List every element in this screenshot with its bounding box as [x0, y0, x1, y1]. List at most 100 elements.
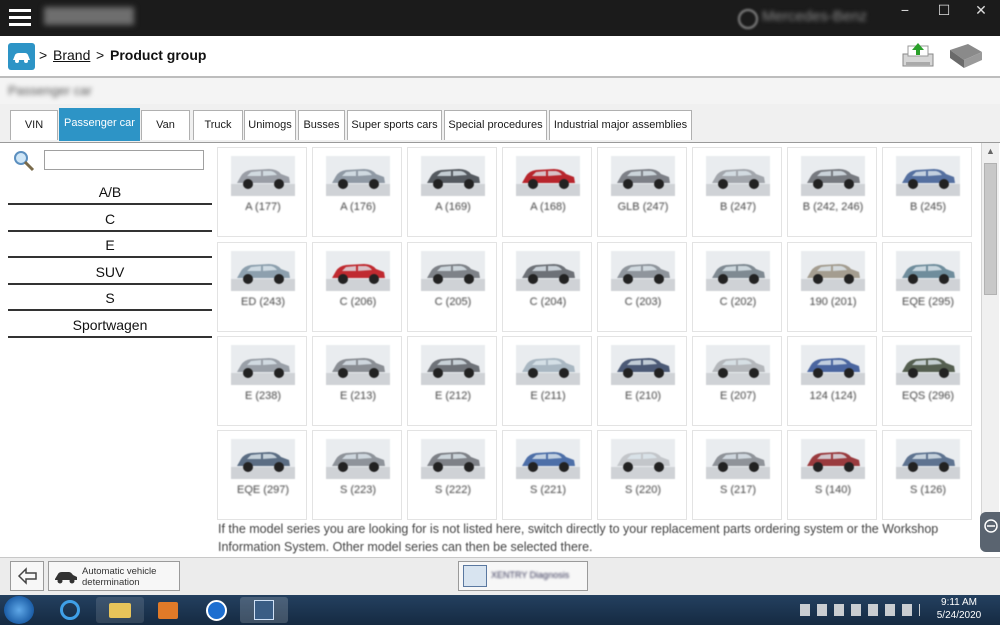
close-button[interactable]: ✕	[966, 2, 996, 19]
printer-icon[interactable]	[900, 40, 936, 72]
back-button[interactable]	[10, 561, 44, 591]
tab-industrial-major-assemblies[interactable]: Industrial major assemblies	[549, 110, 692, 140]
tray-icons[interactable]	[800, 604, 920, 616]
category-a-b[interactable]: A/B	[8, 180, 212, 205]
model-tile[interactable]: ED (243)	[217, 242, 307, 332]
xentry-label: XENTRY Diagnosis	[491, 570, 570, 580]
model-label: S (220)	[624, 484, 662, 496]
back-arrow-icon	[17, 567, 37, 585]
model-tile[interactable]: B (245)	[882, 147, 972, 237]
car-thumbnail-icon	[516, 345, 580, 385]
scroll-thumb[interactable]	[984, 163, 997, 295]
breadcrumb-brand-link[interactable]: Brand	[53, 47, 90, 63]
model-tile[interactable]: B (242, 246)	[787, 147, 877, 237]
model-tile[interactable]: C (205)	[407, 242, 497, 332]
model-tile[interactable]: EQE (297)	[217, 430, 307, 520]
model-tile[interactable]: S (221)	[502, 430, 592, 520]
tab-passenger-car[interactable]: Passenger car	[59, 108, 140, 141]
model-tile[interactable]: C (203)	[597, 242, 687, 332]
file-explorer-icon[interactable]	[96, 597, 144, 623]
model-tile[interactable]: S (126)	[882, 430, 972, 520]
model-tile[interactable]: S (220)	[597, 430, 687, 520]
vertical-scrollbar[interactable]: ▲ ▼	[981, 143, 999, 548]
model-tile[interactable]: E (238)	[217, 336, 307, 426]
model-tile[interactable]: A (177)	[217, 147, 307, 237]
car-thumbnail-icon	[611, 251, 675, 291]
tab-special-procedures[interactable]: Special procedures	[444, 110, 547, 140]
tab-super-sports-cars[interactable]: Super sports cars	[347, 110, 442, 140]
car-thumbnail-icon	[231, 251, 295, 291]
model-tile[interactable]: C (204)	[502, 242, 592, 332]
model-label: 124 (124)	[809, 390, 857, 402]
model-tile[interactable]: E (210)	[597, 336, 687, 426]
category-e[interactable]: E	[8, 233, 212, 258]
model-label: 190 (201)	[809, 296, 857, 308]
model-tile[interactable]: E (213)	[312, 336, 402, 426]
model-tile[interactable]: B (247)	[692, 147, 782, 237]
model-label: EQE (295)	[902, 296, 954, 308]
model-tile[interactable]: S (140)	[787, 430, 877, 520]
car-thumbnail-icon	[801, 156, 865, 196]
category-sportwagen[interactable]: Sportwagen	[8, 313, 212, 338]
car-thumbnail-icon	[706, 439, 770, 479]
model-label: B (245)	[909, 201, 947, 213]
model-tile[interactable]: E (207)	[692, 336, 782, 426]
car-thumbnail-icon	[896, 251, 960, 291]
teamviewer-icon[interactable]	[192, 597, 240, 623]
model-tile[interactable]: E (212)	[407, 336, 497, 426]
model-tile[interactable]: EQE (295)	[882, 242, 972, 332]
category-suv[interactable]: SUV	[8, 260, 212, 285]
manual-book-icon[interactable]	[946, 42, 986, 70]
car-thumbnail-icon	[326, 156, 390, 196]
model-tile[interactable]: C (202)	[692, 242, 782, 332]
internet-explorer-icon[interactable]	[46, 597, 94, 623]
menu-icon[interactable]	[9, 9, 31, 30]
xentry-diagnosis-button[interactable]: XENTRY Diagnosis	[458, 561, 588, 591]
model-tile[interactable]: A (169)	[407, 147, 497, 237]
clock-time: 9:11 AM	[941, 597, 977, 608]
car-icon	[55, 572, 77, 584]
tab-truck[interactable]: Truck	[193, 110, 243, 140]
tab-vin[interactable]: VIN	[10, 110, 58, 140]
model-label: S (222)	[434, 484, 472, 496]
model-tile[interactable]: A (176)	[312, 147, 402, 237]
car-home-icon[interactable]	[8, 43, 35, 70]
maximize-button[interactable]: ☐	[929, 2, 959, 19]
model-label: E (213)	[339, 390, 377, 402]
automatic-vehicle-determination-button[interactable]: Automatic vehicle determination	[48, 561, 180, 591]
search-input[interactable]	[44, 150, 204, 170]
start-button-icon[interactable]	[4, 596, 34, 624]
model-tile[interactable]: S (222)	[407, 430, 497, 520]
car-thumbnail-icon	[231, 345, 295, 385]
tab-unimogs[interactable]: Unimogs	[244, 110, 296, 140]
side-panel-handle-icon[interactable]	[980, 512, 1000, 552]
title-bar: Mercedes-Benz − ☐ ✕	[0, 0, 1000, 36]
car-thumbnail-icon	[421, 439, 485, 479]
tab-van[interactable]: Van	[141, 110, 190, 140]
taskbar: 9:11 AM 5/24/2020	[0, 595, 1000, 625]
model-tile[interactable]: GLB (247)	[597, 147, 687, 237]
tab-busses[interactable]: Busses	[298, 110, 345, 140]
minimize-button[interactable]: −	[890, 2, 920, 18]
model-tile[interactable]: 124 (124)	[787, 336, 877, 426]
model-tile[interactable]: S (223)	[312, 430, 402, 520]
xentry-logo-icon	[463, 565, 487, 587]
breadcrumb-current: Product group	[110, 47, 207, 63]
car-thumbnail-icon	[801, 251, 865, 291]
model-tile[interactable]: E (211)	[502, 336, 592, 426]
car-thumbnail-icon	[516, 251, 580, 291]
model-tile[interactable]: S (217)	[692, 430, 782, 520]
media-player-icon[interactable]	[144, 597, 192, 623]
model-tile[interactable]: EQS (296)	[882, 336, 972, 426]
category-s[interactable]: S	[8, 286, 212, 311]
breadcrumb-bar: > Brand > Product group	[0, 36, 1000, 78]
model-tile[interactable]: 190 (201)	[787, 242, 877, 332]
scroll-up-arrow-icon[interactable]: ▲	[986, 146, 995, 156]
model-tile[interactable]: C (206)	[312, 242, 402, 332]
car-thumbnail-icon	[326, 345, 390, 385]
xentry-taskbar-icon[interactable]	[240, 597, 288, 623]
model-tile[interactable]: A (168)	[502, 147, 592, 237]
car-thumbnail-icon	[801, 345, 865, 385]
category-c[interactable]: C	[8, 207, 212, 232]
model-label: S (126)	[909, 484, 947, 496]
